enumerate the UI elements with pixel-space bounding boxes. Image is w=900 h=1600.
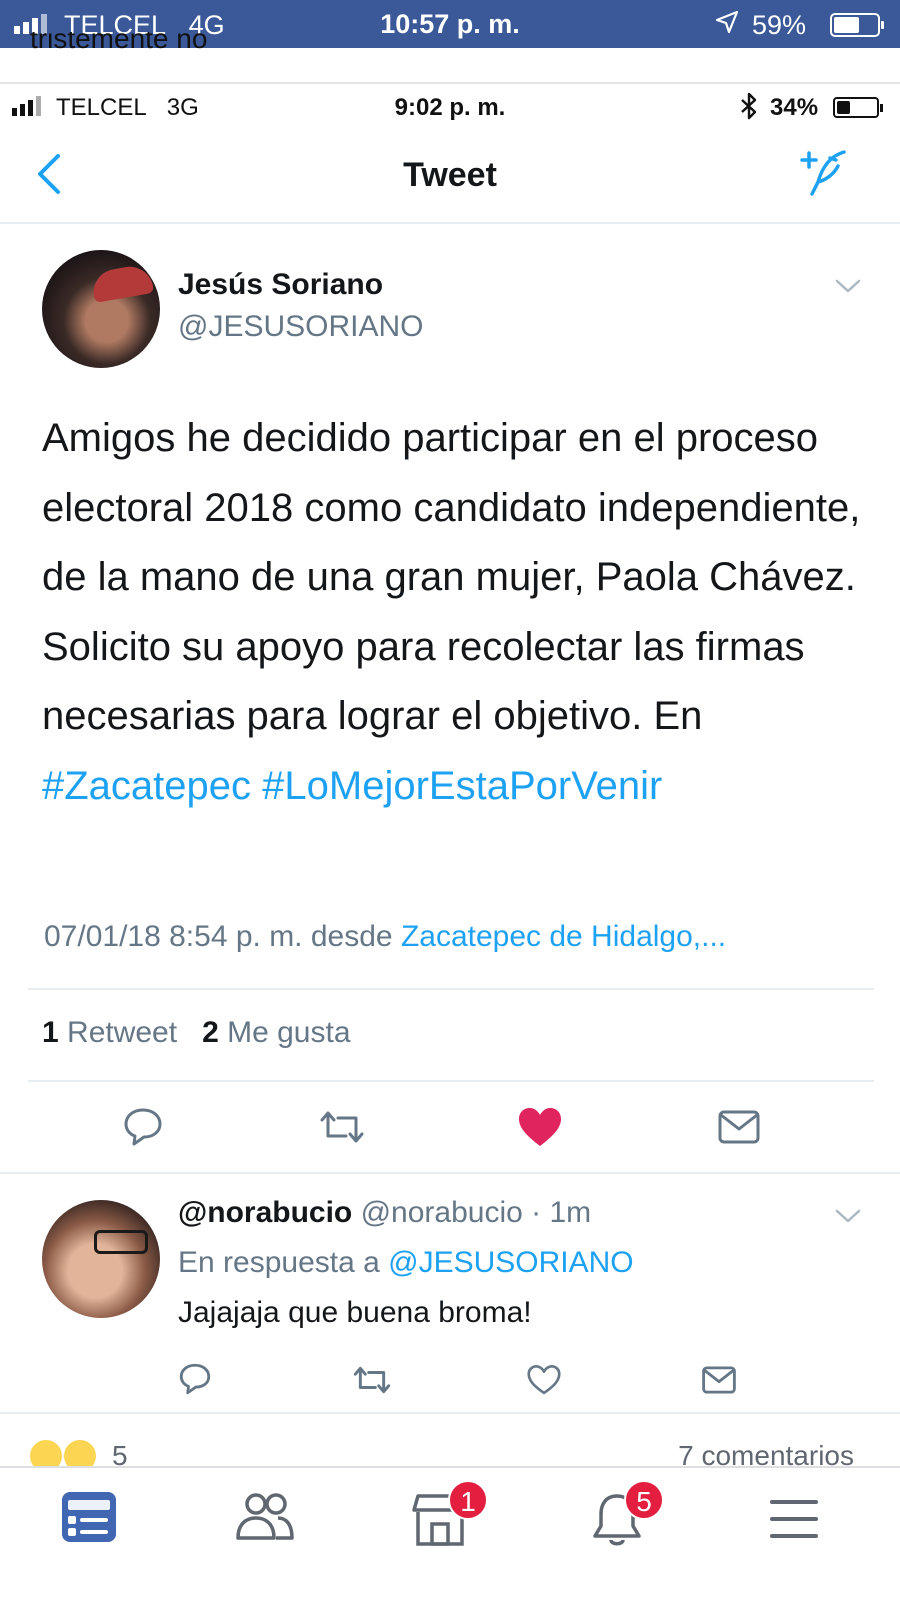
direct-message-icon[interactable] (718, 1110, 760, 1144)
menu-icon[interactable] (768, 1498, 820, 1540)
chevron-down-icon[interactable] (835, 1208, 861, 1224)
bottom-tab-bar: 1 5 (0, 1466, 900, 1600)
news-feed-icon[interactable] (60, 1490, 118, 1544)
outer-battery-percent: 59% (752, 10, 807, 40)
reply-icon[interactable] (178, 1362, 212, 1396)
author-name[interactable]: Jesús Soriano (178, 268, 383, 302)
notifications-badge: 5 (624, 1480, 664, 1520)
battery-icon (830, 13, 884, 37)
tweet-text: Amigos he decidido participar en el proc… (42, 416, 861, 808)
retweet-icon[interactable] (352, 1364, 392, 1396)
reply-author[interactable]: @norabucio @norabucio · 1m (178, 1196, 591, 1230)
hashtag-link[interactable]: #LoMejorEstaPorVenir (262, 764, 662, 808)
tweet-nav-bar: Tweet (0, 130, 900, 224)
inner-time: 9:02 p. m. (394, 94, 506, 121)
battery-icon (833, 97, 883, 118)
cut-off-text: tristemente no (30, 32, 208, 50)
reactions-summary[interactable]: 5 7 comentarios (0, 1438, 900, 1468)
avatar[interactable] (42, 250, 160, 368)
engagement-counts: 1 Retweet 2 Me gusta (42, 1016, 351, 1050)
chevron-down-icon[interactable] (835, 278, 861, 294)
marketplace-badge: 1 (448, 1480, 488, 1520)
heart-icon[interactable] (517, 1106, 563, 1148)
inner-status-bar: TELCEL 3G 9:02 p. m. 34% (0, 88, 900, 128)
friends-icon[interactable] (234, 1490, 296, 1544)
inner-battery-percent: 34% (770, 94, 819, 121)
divider (0, 1172, 900, 1174)
author-handle[interactable]: @JESUSORIANO (178, 310, 424, 344)
divider (0, 82, 900, 84)
divider (28, 988, 874, 990)
page-title: Tweet (403, 156, 497, 194)
retweet-count[interactable]: 1 Retweet (42, 1016, 177, 1049)
comments-count-link[interactable]: 7 comentarios (678, 1440, 854, 1468)
retweet-icon[interactable] (318, 1108, 366, 1146)
divider (0, 1412, 900, 1414)
mention-link[interactable]: @JESUSORIANO (388, 1246, 634, 1279)
location-link[interactable]: Zacatepec de Hidalgo,... (401, 920, 726, 953)
reply-context: En respuesta a @JESUSORIANO (178, 1246, 634, 1279)
like-count[interactable]: 2 Me gusta (202, 1016, 350, 1049)
reply-icon[interactable] (122, 1106, 164, 1148)
wow-reaction-icon (28, 1438, 64, 1468)
location-arrow-icon (715, 10, 739, 34)
tweet-timestamp: 07/01/18 8:54 p. m. desde Zacatepec de H… (44, 920, 727, 953)
reaction-count: 5 (112, 1440, 128, 1468)
divider (28, 1080, 874, 1082)
like-icon[interactable] (526, 1364, 562, 1396)
avatar[interactable] (42, 1200, 160, 1318)
reply-text: Jajajaja que buena broma! (178, 1296, 532, 1329)
direct-message-icon[interactable] (702, 1366, 736, 1394)
hashtag-link[interactable]: #Zacatepec (42, 764, 251, 808)
bluetooth-icon (741, 92, 757, 120)
compose-tweet-icon[interactable] (800, 148, 848, 196)
haha-reaction-icon (62, 1438, 98, 1468)
